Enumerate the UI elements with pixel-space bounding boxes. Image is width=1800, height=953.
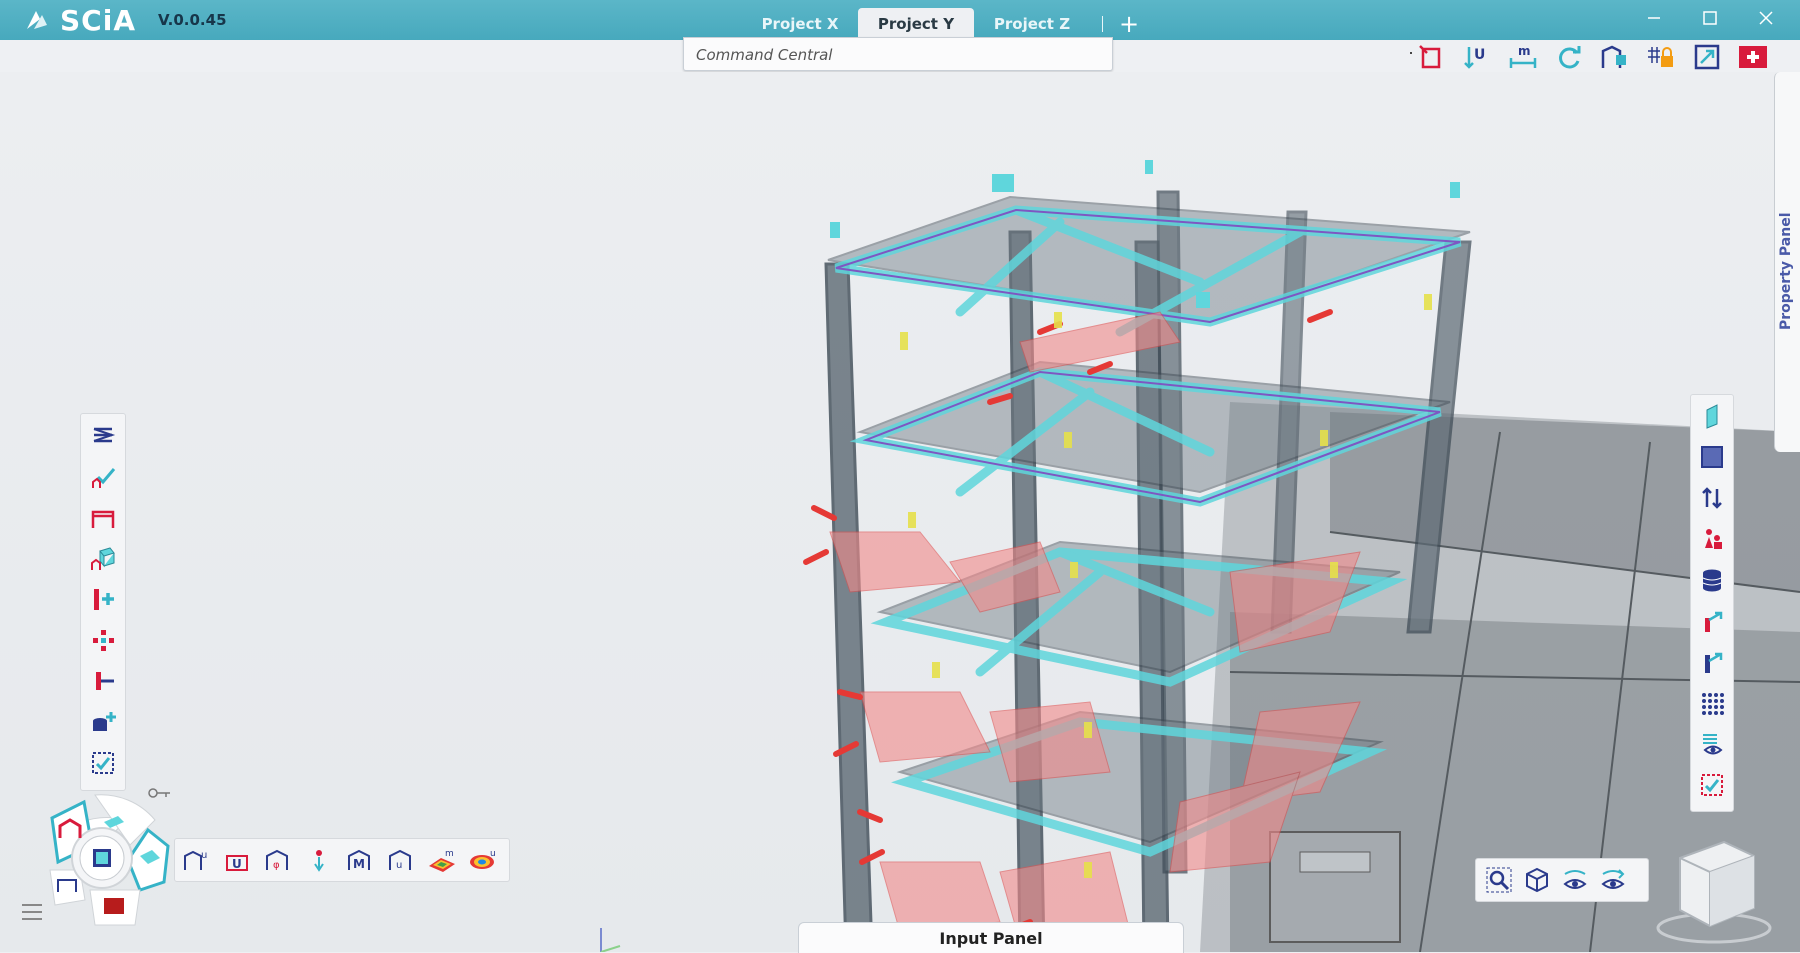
right-toolbar [1690,394,1734,812]
app-logo: SCiA V.0.0.45 [24,3,227,37]
navigation-cube[interactable] [1650,830,1780,952]
svg-text:m: m [1518,44,1531,58]
svg-text:M: M [353,857,365,871]
svg-text:U: U [232,857,242,871]
main-menu-icon[interactable] [22,904,42,922]
svg-text:φ: φ [273,860,280,871]
select-check-icon[interactable] [88,748,118,778]
eye-rotate-icon[interactable] [1560,865,1590,895]
select-check-icon[interactable] [1697,770,1727,800]
nodes-icon[interactable] [88,625,118,655]
member-add-icon[interactable] [88,584,118,614]
window-controls [1640,4,1780,32]
property-panel-label[interactable]: Property Panel [1778,213,1794,331]
m-measure-icon[interactable]: m [1508,42,1538,72]
frame-u-icon[interactable]: u [181,845,211,875]
mode-wheel[interactable] [40,790,190,930]
double-arrow-icon[interactable] [1697,483,1727,513]
minimize-icon[interactable] [1640,4,1668,32]
svg-text:u: u [396,860,402,871]
separator-dot [1410,52,1412,54]
cube-view-icon[interactable] [1522,865,1552,895]
logo-text: SCiA [60,3,136,37]
shape-select-icon[interactable] [1416,42,1446,72]
member-red-icon[interactable] [1697,606,1727,636]
refresh-icon[interactable] [1554,42,1584,72]
contour-m-icon[interactable]: m [427,845,457,875]
frame-icon[interactable] [88,502,118,532]
left-toolbar [80,413,126,791]
svg-text:U: U [1474,47,1485,63]
square-icon[interactable] [1697,442,1727,472]
m-frame-icon[interactable]: M [345,845,375,875]
u-deform-icon[interactable]: U [222,845,252,875]
add-tab-button[interactable]: + [1115,8,1143,40]
support-icon[interactable] [88,666,118,696]
results-toolbar: u U φ M u m u [174,838,510,882]
scia-logo-icon [27,11,47,29]
database-add-icon[interactable] [88,707,118,737]
svg-text:u: u [201,850,207,861]
tab-project-z[interactable]: Project Z [974,8,1090,40]
swiss-flag-icon[interactable] [1738,42,1768,72]
dot-grid-icon[interactable] [1697,688,1727,718]
command-central-input[interactable]: Command Central [683,37,1113,71]
u-arrows-icon[interactable]: U [1462,42,1492,72]
svg-text:u: u [490,849,496,859]
title-bar: SCiA V.0.0.45 Project X Project Y Projec… [0,0,1800,40]
person-icon[interactable] [304,845,334,875]
svg-text:m: m [445,849,454,859]
resize-view-icon[interactable] [1692,42,1722,72]
structure-3d-view [0,72,1800,952]
input-panel-tab[interactable]: Input Panel [798,922,1184,953]
check-model-icon[interactable] [88,461,118,491]
model-viewport[interactable] [0,72,1800,952]
zoom-icon[interactable] [1484,865,1514,895]
phi-frame-icon[interactable]: φ [263,845,293,875]
u-portal-icon[interactable]: u [386,845,416,875]
frame-settings-icon[interactable] [1600,42,1630,72]
database-icon[interactable] [1697,565,1727,595]
top-right-toolbar: U m [1416,42,1768,72]
contour-u-icon[interactable]: u [468,845,498,875]
panel-icon[interactable] [1697,401,1727,431]
layers-icon[interactable] [88,420,118,450]
tab-project-x[interactable]: Project X [742,8,858,40]
view-toolbar [1475,858,1649,902]
close-icon[interactable] [1752,4,1780,32]
tab-separator [1102,16,1103,32]
app-version: V.0.0.45 [157,11,227,29]
project-tabs: Project X Project Y Project Z + [742,0,1143,40]
member-blue-icon[interactable] [1697,647,1727,677]
lock-grid-icon[interactable] [1646,42,1676,72]
persons-icon[interactable] [1697,524,1727,554]
key-icon[interactable] [148,786,172,800]
maximize-icon[interactable] [1696,4,1724,32]
tab-project-y[interactable]: Project Y [858,8,974,40]
eye-orbit-icon[interactable] [1598,865,1628,895]
structure-3d-icon[interactable] [88,543,118,573]
eye-list-icon[interactable] [1697,729,1727,759]
